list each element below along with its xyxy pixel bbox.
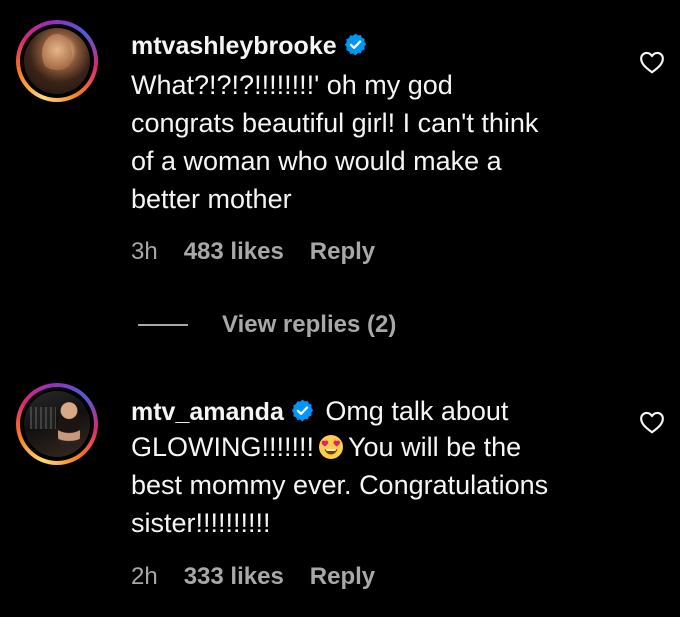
comment-text: GLOWING!!!!!!! You will be the best momm… xyxy=(131,428,548,542)
reply-button[interactable]: Reply xyxy=(310,238,375,266)
likes-count[interactable]: 333 likes xyxy=(184,563,284,591)
comment-line: better mother xyxy=(131,184,292,214)
view-replies-label: View replies (2) xyxy=(222,311,397,338)
comment-meta: 2h 333 likes Reply xyxy=(131,563,375,591)
likes-count[interactable]: 483 likes xyxy=(184,238,284,266)
reply-button[interactable]: Reply xyxy=(310,563,375,591)
avatar xyxy=(24,391,90,457)
comment-first-line: mtv_amanda Omg talk about xyxy=(131,392,508,430)
comment-line: GLOWING!!!!!!! You will be the xyxy=(131,428,548,466)
heart-outline-icon[interactable] xyxy=(639,50,665,74)
view-replies-divider xyxy=(138,324,188,326)
verified-badge-icon xyxy=(344,33,366,56)
verified-badge-icon xyxy=(291,399,313,422)
comment-time: 2h xyxy=(131,563,158,590)
avatar-border xyxy=(20,24,94,98)
comment-text-segment: GLOWING!!!!!!! xyxy=(131,432,315,462)
avatar xyxy=(24,28,90,94)
story-ring[interactable] xyxy=(16,20,98,102)
username-link[interactable]: mtvashleybrooke xyxy=(131,32,337,60)
comment-text: What?!?!?!!!!!!!!' oh my god congrats be… xyxy=(131,66,538,218)
comment-text-segment: You will be the xyxy=(348,432,522,462)
story-ring[interactable] xyxy=(16,383,98,465)
comment-line: sister!!!!!!!!!! xyxy=(131,508,271,538)
comment-line: best mommy ever. Congratulations xyxy=(131,470,549,500)
comment-line: What?!?!?!!!!!!!!' oh my god xyxy=(131,70,453,100)
comment-header: mtvashleybrooke xyxy=(131,32,368,61)
heart-eyes-emoji-icon xyxy=(319,435,344,459)
heart-outline-icon[interactable] xyxy=(639,410,665,434)
comment-line: congrats beautiful girl! I can't think xyxy=(131,108,539,138)
comment-time: 3h xyxy=(131,238,158,265)
comment-line: of a woman who would make a xyxy=(131,146,502,176)
comment-meta: 3h 483 likes Reply xyxy=(131,238,375,266)
username-link[interactable]: mtv_amanda xyxy=(131,398,284,426)
view-replies-button[interactable]: View replies (2) xyxy=(138,310,396,340)
avatar-border xyxy=(20,387,94,461)
comment-line: Omg talk about xyxy=(325,396,509,426)
